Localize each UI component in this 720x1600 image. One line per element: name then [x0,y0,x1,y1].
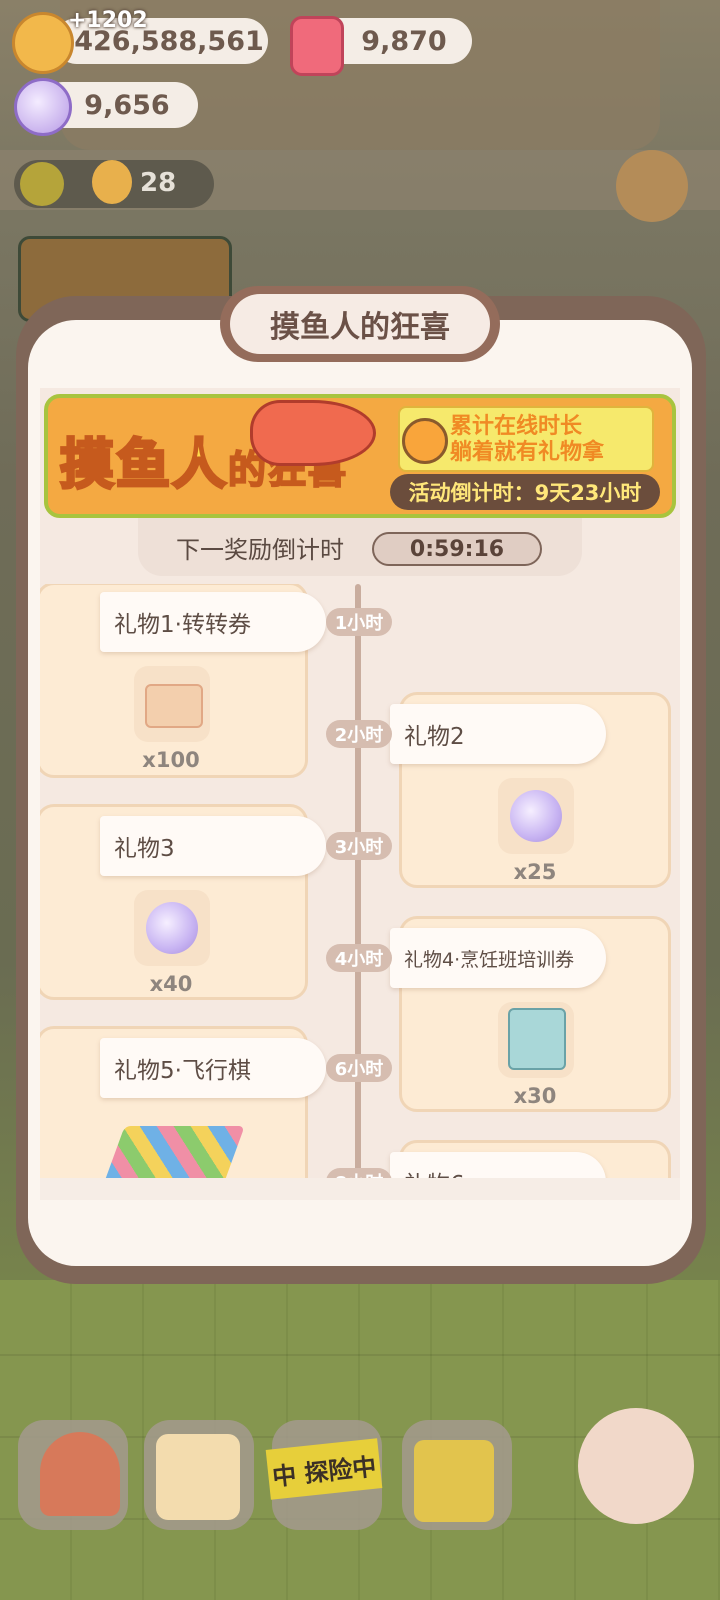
pet-event-button[interactable] [578,1408,694,1524]
next-reward-timer: 0:59:16 [372,532,542,566]
banner-title-main: 摸鱼人 [59,432,228,498]
notebook-icon [156,1434,240,1520]
reward-qty-1: x100 [142,748,200,772]
candy-icon [510,790,562,842]
candy-value: 9,656 [84,89,170,121]
cooking-voucher-icon [508,1008,566,1070]
event-countdown: 活动倒计时：9天23小时 [390,474,660,510]
gem-value: 9,870 [361,25,447,57]
hour-badge-2: 2小时 [326,720,392,748]
sun-icon [20,162,64,206]
reward-label-4: 礼物4·烹饪班培训券 [390,928,606,988]
gear-icon[interactable] [616,150,688,222]
reward-label-2: 礼物2 [390,704,606,764]
hour-badge-5: 6小时 [326,1054,392,1082]
fish-icon [250,400,376,466]
candy-icon [146,902,198,954]
house-icon [40,1432,120,1516]
reward-qty-3: x40 [149,972,193,996]
ticket-icon [145,684,203,728]
reward-label-5: 礼物5·飞行棋 [100,1038,326,1098]
reward-label-1: 礼物1·转转券 [100,592,326,652]
reward-label-3: 礼物3 [100,816,326,876]
timeline-line [355,584,361,1198]
gem-icon [290,16,344,76]
hour-badge-4: 4小时 [326,944,392,972]
shopping-bag-icon [414,1440,494,1522]
reward-qty-2: x25 [513,860,557,884]
tagline-line2: 躺着就有礼物拿 [450,440,605,465]
reward-timeline[interactable]: 礼物1·转转券 1小时 x100 礼物2 2小时 x25 礼物3 3小时 x40… [40,584,680,1198]
reward-qty-4: x30 [513,1084,557,1108]
candy-icon [14,78,72,136]
list-bottom-edge [40,1178,680,1200]
hour-badge-1: 1小时 [326,608,392,636]
next-reward-label: 下一奖励倒计时 [176,536,344,564]
coin-icon [12,12,74,74]
chick-icon [92,160,132,204]
hour-badge-3: 3小时 [326,832,392,860]
alarm-clock-icon [402,418,448,464]
coin-gain: +1202 [68,8,148,33]
level-number: 28 [140,168,177,198]
modal-title: 摸鱼人的狂喜 [230,294,490,354]
